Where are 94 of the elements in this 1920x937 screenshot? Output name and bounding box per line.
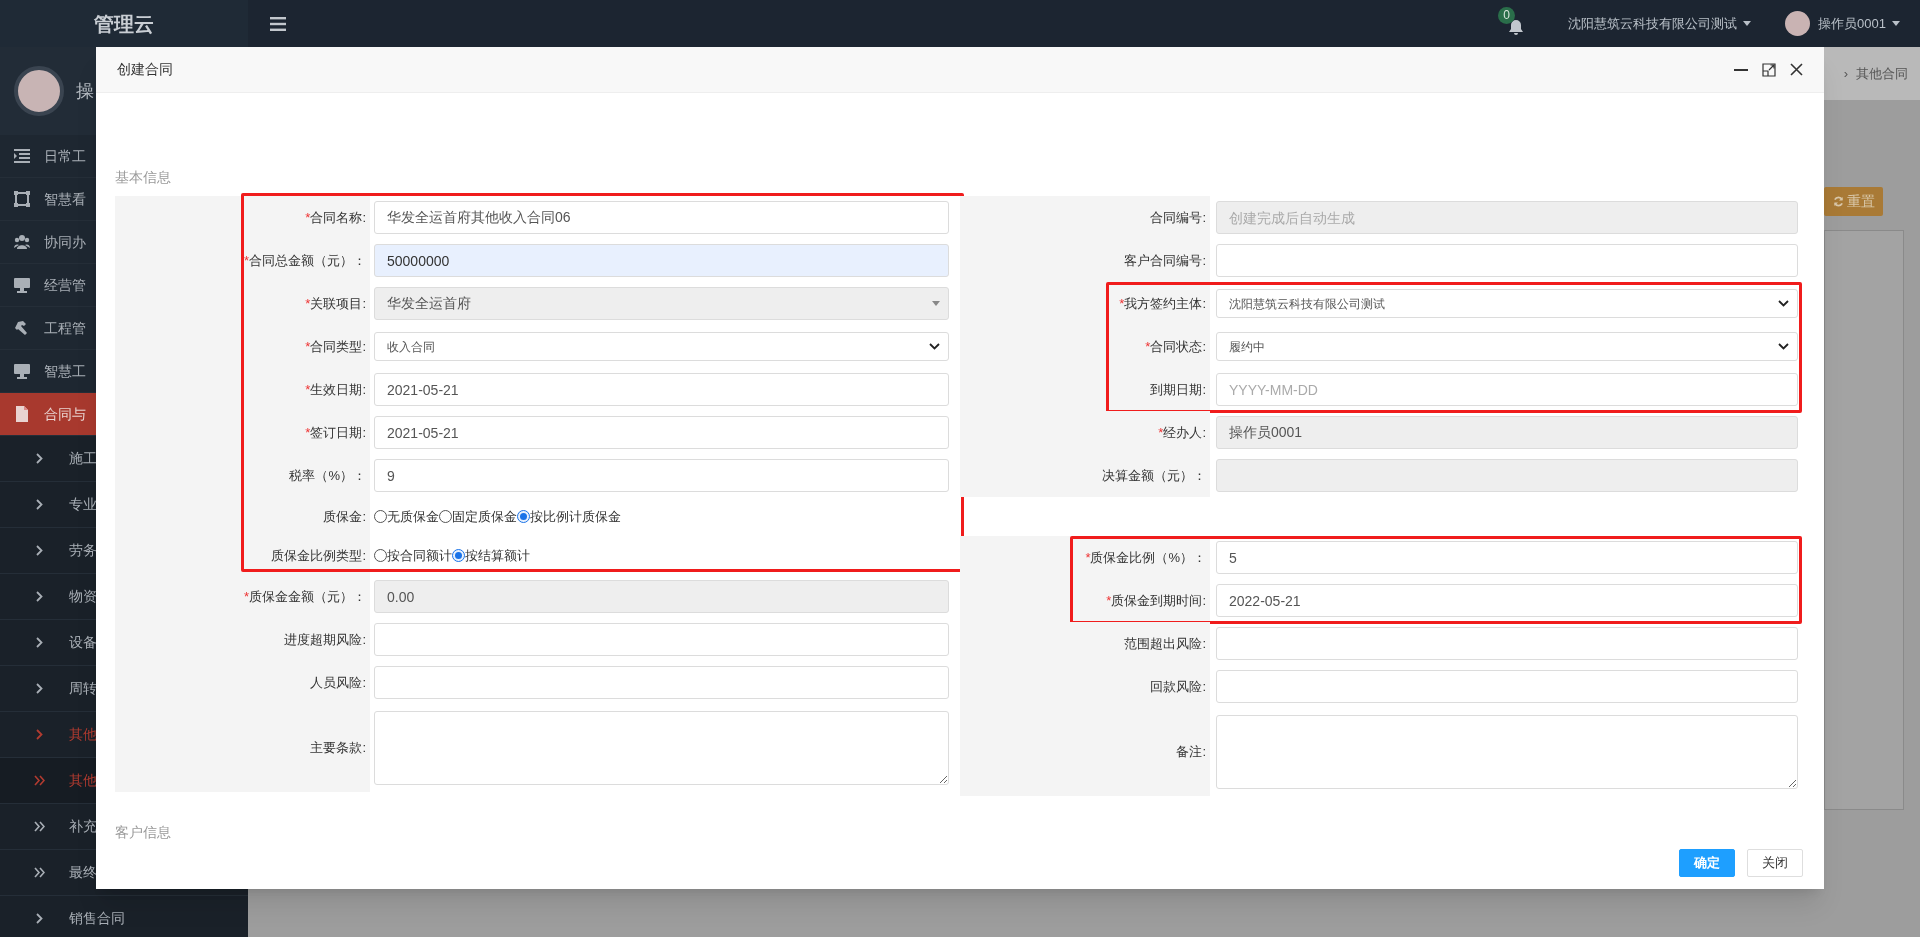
chevron-icon [36,453,43,464]
text-field[interactable] [1216,244,1798,277]
sidebar-item[interactable]: 销售合同 [0,896,248,937]
chevron-icon [36,683,43,694]
profile-avatar [14,66,64,116]
user-avatar[interactable] [1785,11,1811,36]
chevron-down-icon [1778,300,1789,307]
app-logo-text: 管理云 [94,10,154,38]
radio-label[interactable]: 按合同额计 [387,545,452,566]
field-label: *合同状态: [1145,337,1206,356]
dropdown-field[interactable]: 履约中 [1216,332,1798,361]
radio-label[interactable]: 按结算额计 [465,545,530,566]
radio-button[interactable] [452,549,465,562]
chevron-down-icon [929,343,940,350]
breadcrumb-separator: › [1843,64,1848,83]
chevron-down-icon [1778,343,1789,350]
text-field[interactable]: YYYY-MM-DD [1216,373,1798,406]
field-label: *合同总金额（元）： [243,251,366,270]
radio-label[interactable]: 固定质保金 [452,506,517,527]
field-label: *经办人: [1158,423,1206,442]
radio-label[interactable]: 按比例计质保金 [530,506,621,527]
text-field[interactable] [374,666,949,699]
field-label: *质保金比例（%）： [1085,548,1206,567]
notification-badge: 0 [1498,6,1516,24]
field-label: 质保金: [323,507,366,526]
text-field[interactable] [1216,627,1798,660]
section-heading: 客户信息 [115,823,171,842]
field-label: *我方签约主体: [1119,294,1206,313]
chevron-icon [36,913,43,924]
text-field[interactable]: 50000000 [374,244,949,277]
field-label: 主要条款: [310,739,366,758]
field-label: *质保金金额（元）： [243,587,366,606]
list-icon [14,148,30,164]
text-field[interactable]: 2021-05-21 [374,373,949,406]
text-field[interactable]: 2021-05-21 [374,416,949,449]
text-field[interactable] [374,623,949,656]
board-icon [14,191,30,207]
monitor-icon [14,363,30,379]
radio-button[interactable] [439,510,452,523]
profile-name: 操 [76,79,94,103]
radio-label[interactable]: 无质保金 [387,506,439,527]
text-field[interactable]: 5 [1216,541,1798,574]
field-label: 进度超期风险: [284,630,366,649]
radio-button[interactable] [374,510,387,523]
user-dropdown[interactable]: 操作员0001 [1818,13,1900,34]
field-label: 税率（%）： [289,466,366,485]
text-field[interactable] [1216,670,1798,703]
field-label: *质保金到期时间: [1106,591,1206,610]
field-label: 人员风险: [310,673,366,692]
chevron-icon [36,637,43,648]
field-label: 决算金额（元）： [1102,466,1206,485]
company-dropdown[interactable]: 沈阳慧筑云科技有限公司测试 [1568,13,1752,34]
field-label: *合同名称: [305,208,366,227]
caret-icon [932,301,940,306]
text-field[interactable]: 华发全运首府其他收入合同06 [374,201,949,234]
double-chevron-icon [34,867,45,878]
radio-button[interactable] [517,510,530,523]
text-field[interactable]: 2022-05-21 [1216,584,1798,617]
users-icon [14,234,30,250]
field-label: *签订日期: [305,423,366,442]
dropdown-field[interactable]: 沈阳慧筑云科技有限公司测试 [1216,289,1798,318]
hammer-icon [14,320,30,336]
breadcrumb-item[interactable]: 其他合同 [1856,63,1908,84]
dropdown-field[interactable]: 收入合同 [374,332,949,361]
field-label: 合同编号: [1150,208,1206,227]
text-field[interactable]: 9 [374,459,949,492]
chevron-icon [36,499,43,510]
section-heading: 基本信息 [115,168,171,187]
field-label: 备注: [1176,743,1206,762]
field-label: *关联项目: [305,294,366,313]
field-label: 回款风险: [1150,677,1206,696]
field-label: 质保金比例类型: [271,546,366,565]
menu-icon[interactable] [270,16,286,31]
double-chevron-icon [34,775,45,786]
double-chevron-icon [34,821,45,832]
monitor-icon [14,277,30,293]
field-label: *生效日期: [305,380,366,399]
chevron-icon [36,591,43,602]
file-icon [14,406,30,422]
bell-icon[interactable] [1508,18,1525,35]
field-label: 客户合同编号: [1124,251,1206,270]
radio-button[interactable] [374,549,387,562]
chevron-icon [36,545,43,556]
field-label: *合同类型: [305,337,366,356]
chevron-icon [36,729,43,740]
field-label: 范围超出风险: [1124,634,1206,653]
close-icon[interactable] [1790,63,1803,76]
caret-icon [1892,21,1900,26]
field-label: 到期日期: [1150,380,1206,399]
modal-title: 创建合同 [117,60,173,79]
refresh-icon [1832,196,1844,207]
caret-icon [1743,21,1752,26]
maximize-icon[interactable] [1762,62,1776,77]
close-button[interactable]: 关闭 [1747,849,1803,877]
